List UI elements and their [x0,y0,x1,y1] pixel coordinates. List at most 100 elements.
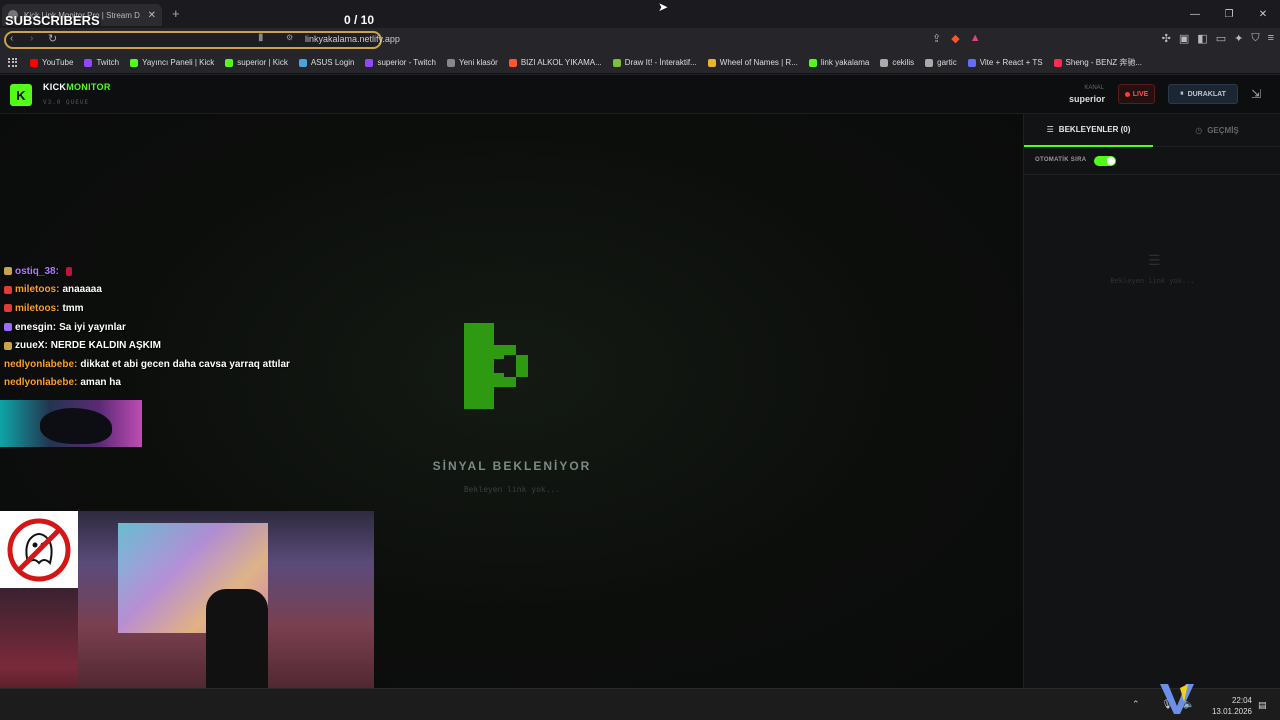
subscribers-count: 0 / 10 [344,13,375,27]
bookmarks-bar: YouTube Twitch Yayıncı Paneli | Kick superi… [0,52,1280,74]
kick-k-logo-icon [464,323,528,409]
bookmark-label: Twitch [96,58,120,67]
kick-logo-icon: K [10,84,32,106]
sidebar-icon[interactable]: ◧ [1197,32,1207,45]
chat-cut-line [4,252,384,262]
chat-message: miletoos: anaaaaa [4,281,384,300]
bookmark-favicon-icon [130,58,139,67]
bookmark-item[interactable]: gartic [925,58,957,67]
ghost-logo-icon [7,518,71,581]
media-icon[interactable]: ▣ [1179,32,1189,45]
bookmark-item[interactable]: Sheng - BENZ 奔驰... [1053,57,1143,68]
live-button[interactable]: LIVE [1118,84,1155,104]
bookmark-favicon-icon [365,58,374,67]
bookmark-label: YouTube [42,58,74,67]
window-controls: — ❐ ✕ [1178,0,1280,28]
bookmark-label: Yeni klasör [458,58,498,67]
chat-overlay: ostiq_38: miletoos: anaaaaa miletoos: tmm ene… [4,252,384,392]
pause-button[interactable]: ⏸ DURAKLAT [1168,84,1238,104]
bookmark-item[interactable]: superior - Twitch [365,58,436,67]
bookmark-favicon-icon [612,58,621,67]
live-label: LIVE [1132,90,1149,98]
apps-icon[interactable] [8,57,18,68]
bookmark-item[interactable]: cekilis [880,58,914,67]
mouse-shape [40,408,112,444]
chat-badge-icon [4,341,12,350]
new-tab-button[interactable]: + [172,6,180,21]
bookmark-item[interactable]: link yakalama [808,58,870,67]
brave-shield-icon[interactable]: ◆ [951,32,959,45]
status-title: SİNYAL BEKLENİYOR [432,459,592,473]
chat-badge-icon [4,323,12,332]
chat-badge-icon [4,304,12,313]
bookmark-label: Sheng - BENZ 奔驰... [1065,58,1143,67]
extensions-icon[interactable]: ✣ [1162,32,1171,45]
stream-v-logo-icon [1160,684,1194,714]
tab-history[interactable]: ◷ GEÇMİŞ [1153,114,1280,147]
chat-username: nedlyonlabebe: [4,377,78,389]
bookmark-favicon-icon [1053,58,1062,67]
minimize-button[interactable]: — [1178,0,1212,28]
bookmark-item[interactable]: Twitch [84,58,119,67]
taskbar: ⌃ 🎙 🔈 22:04 13.01.2026 ▤ [0,688,1280,720]
popout-icon[interactable]: ⇲ [1251,87,1261,101]
bookmark-item[interactable]: BIZI ALKOL YIKAMA... [508,58,602,67]
bookmark-label: Wheel of Names | R... [719,58,798,67]
bookmark-item[interactable]: superior | Kick [225,58,288,67]
bookmark-label: superior - Twitch [377,58,436,67]
forward-icon[interactable]: › [30,33,33,44]
close-window-button[interactable]: ✕ [1246,0,1280,28]
back-icon[interactable]: ‹ [10,33,13,44]
bookmark-item[interactable]: Draw It! - İnteraktif... [612,58,697,67]
bookmark-favicon-icon [30,58,38,67]
pause-label: DURAKLAT [1187,90,1226,98]
tray-chevron-icon[interactable]: ⌃ [1132,699,1140,710]
navigation-bar: ‹ › ↻ ▮ ⚙ linkyakalama.netlify.app ⇪ ◆ ▲… [0,28,1280,52]
bookmark-icon[interactable]: ▮ [258,32,264,43]
chat-username: nedlyonlabebe: [4,358,78,370]
chat-emote-icon [65,266,72,276]
list-icon: ☰ [1046,125,1054,134]
menu-icon[interactable]: ≡ [1268,32,1274,45]
bookmark-label: superior | Kick [237,58,288,67]
chat-text: dikkat et abi gecen daha cavsa yarraq at… [80,358,290,370]
bookmark-label: cekilis [892,58,915,67]
pause-icon: ⏸ [1180,90,1184,97]
wallet-icon[interactable]: ▭ [1216,32,1226,45]
chat-username: ostiq_38: [15,265,59,277]
auto-queue-toggle[interactable] [1094,156,1116,166]
bookmark-item[interactable]: ASUS Login [298,58,354,67]
bookmark-favicon-icon [225,58,234,67]
bookmark-label: Yayıncı Paneli | Kick [142,58,215,67]
vpn-icon[interactable]: ⛉ [1251,32,1259,45]
url-text[interactable]: linkyakalama.netlify.app [305,34,400,44]
maximize-button[interactable]: ❐ [1212,0,1246,28]
bookmark-favicon-icon [880,58,889,67]
bookmark-label: link yakalama [820,58,870,67]
share-icon[interactable]: ⇪ [932,32,941,45]
browser-toolbar: ✣ ▣ ◧ ▭ ✦ ⛉ ≡ [1162,32,1274,45]
mouse-ad-image [0,400,142,447]
panel-empty-text: Bekleyen link yok... [1110,277,1195,285]
chat-username: zuueX: [15,340,48,352]
bookmark-item[interactable]: Yayıncı Paneli | Kick [130,58,214,67]
bookmark-item[interactable]: Yeni klasör [446,58,498,67]
site-info-icon[interactable]: ⚙ [286,33,293,42]
channel-name: superior [1068,94,1105,104]
bookmark-item[interactable]: Vite + React + TS [967,58,1043,67]
clock[interactable]: 22:04 13.01.2026 [1210,695,1252,717]
brand-kick: KICK [43,82,67,92]
leo-ai-icon[interactable]: ✦ [1234,32,1243,45]
brand-monitor: MONITOR [66,82,111,92]
tab-pending[interactable]: ☰ BEKLEYENLER (0) [1024,114,1153,147]
notification-icon[interactable]: ▤ [1258,700,1267,711]
panel-divider [1024,174,1280,175]
chat-username: miletoos: [15,302,60,314]
bookmark-favicon-icon [967,58,976,67]
tab-strip: Kick Link Monitor Pro | Stream D ✕ + — ❐… [0,0,1280,28]
reload-icon[interactable]: ↻ [48,32,57,45]
brave-rewards-icon[interactable]: ▲ [970,32,981,45]
bookmark-item[interactable]: YouTube [30,58,73,67]
bookmark-item[interactable]: Wheel of Names | R... [707,58,798,67]
tab-close-icon[interactable]: ✕ [148,10,156,21]
